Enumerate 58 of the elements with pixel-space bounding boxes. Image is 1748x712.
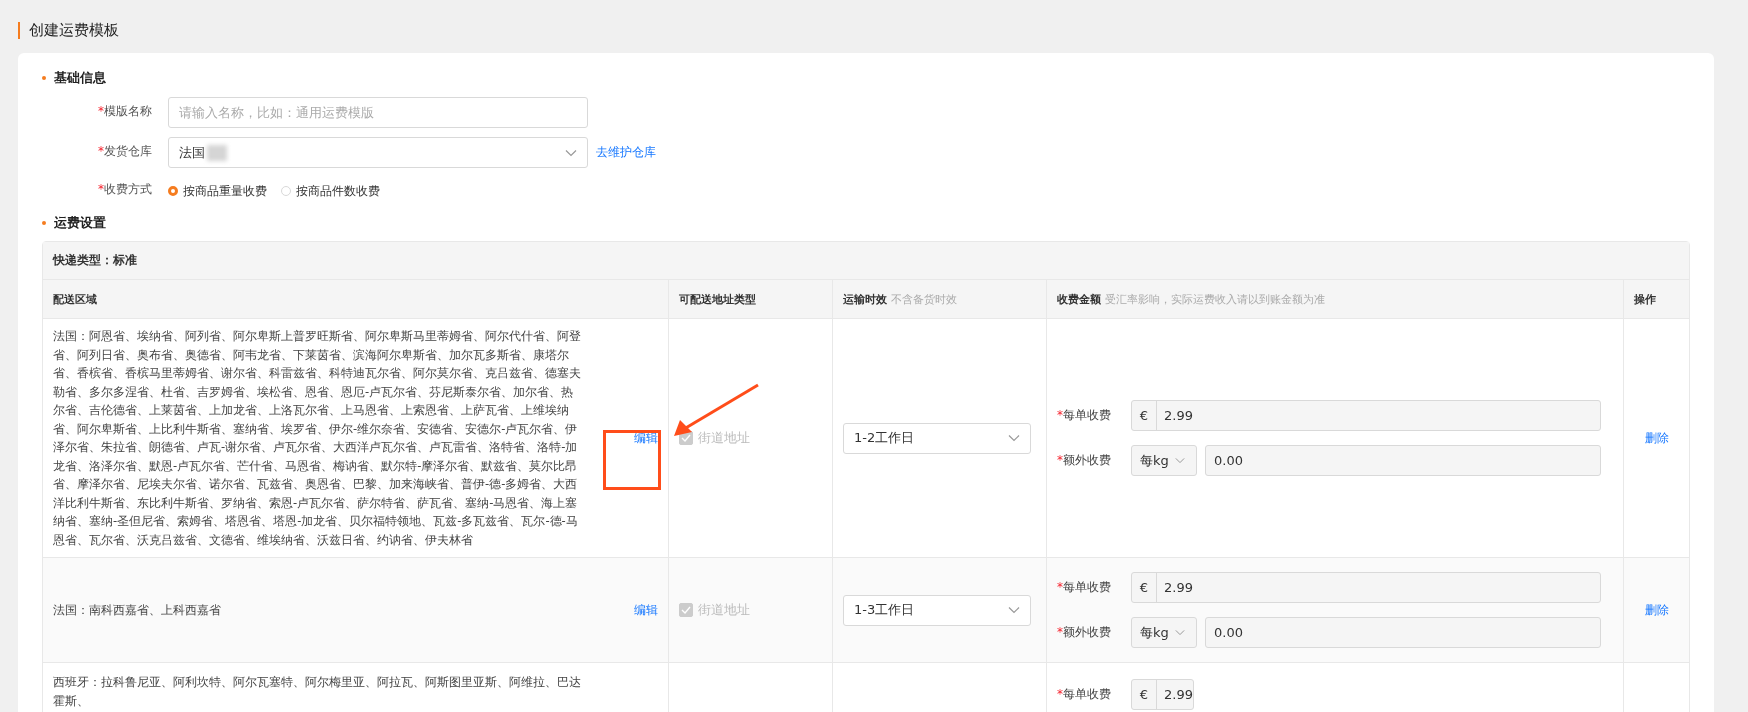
column-header: 操作 bbox=[1634, 291, 1656, 307]
per-order-fee-field[interactable]: € 2.99 bbox=[1131, 679, 1194, 710]
required-mark: * bbox=[98, 182, 104, 196]
chevron-down-icon bbox=[1008, 606, 1020, 614]
column-header: 收费金额 bbox=[1057, 291, 1101, 307]
title-accent-bar bbox=[18, 21, 20, 39]
express-type-label: 快递类型：标准 bbox=[43, 242, 1689, 280]
chevron-down-icon bbox=[1174, 629, 1185, 636]
column-header: 运输时效 bbox=[843, 291, 887, 307]
unit-select[interactable]: 每kg bbox=[1131, 445, 1197, 476]
column-note: 不含备货时效 bbox=[891, 291, 957, 307]
region-text: 西班牙：拉科鲁尼亚、阿利坎特、阿尔瓦塞特、阿尔梅里亚、阿拉瓦、阿斯图里亚斯、阿维拉、巴达霍斯、 bbox=[53, 674, 582, 710]
bullet-icon bbox=[42, 221, 46, 225]
chevron-down-icon bbox=[1174, 457, 1185, 464]
extra-fee-field[interactable]: 0.00 bbox=[1205, 445, 1601, 476]
column-header: 可配送地址类型 bbox=[679, 291, 756, 307]
column-header: 配送区域 bbox=[53, 291, 97, 307]
redaction-blur bbox=[207, 144, 227, 161]
delivery-time-select[interactable]: 1-2工作日 bbox=[843, 422, 1031, 454]
chevron-down-icon bbox=[1008, 434, 1020, 442]
required-mark: * bbox=[1057, 687, 1063, 701]
required-mark: * bbox=[1057, 408, 1063, 422]
section-heading: 基础信息 bbox=[54, 69, 106, 87]
column-note: 受汇率影响，实际运费收入请以到账金额为准 bbox=[1105, 291, 1325, 307]
radio-option[interactable]: 按商品重量收费 bbox=[168, 182, 267, 200]
required-mark: * bbox=[1057, 625, 1063, 639]
extra-fee-field[interactable]: 0.00 bbox=[1205, 617, 1601, 648]
bullet-icon bbox=[42, 76, 46, 80]
field-label: 模版名称 bbox=[104, 104, 152, 118]
field-label: 每单收费 bbox=[1063, 408, 1111, 422]
per-order-fee-field[interactable]: € 2.99 bbox=[1131, 400, 1601, 431]
required-mark: * bbox=[98, 144, 104, 158]
page-title: 创建运费模板 bbox=[29, 20, 119, 40]
region-text: 法国：南科西嘉省、上科西嘉省 bbox=[53, 601, 222, 619]
field-label: 每单收费 bbox=[1063, 580, 1111, 594]
field-label: 额外收费 bbox=[1063, 453, 1111, 467]
chevron-down-icon bbox=[565, 148, 577, 157]
unit-select[interactable]: 每kg bbox=[1131, 617, 1197, 648]
field-label: 收费方式 bbox=[104, 182, 152, 196]
warehouse-select[interactable]: 法国 bbox=[168, 137, 588, 168]
delivery-time-select[interactable]: 1-3工作日 bbox=[843, 594, 1031, 626]
per-order-fee-field[interactable]: € 2.99 bbox=[1131, 572, 1601, 603]
edit-link[interactable]: 编辑 bbox=[634, 429, 658, 447]
edit-link[interactable]: 编辑 bbox=[634, 601, 658, 619]
annotation-box bbox=[603, 430, 661, 490]
maintain-warehouse-link[interactable]: 去维护仓库 bbox=[596, 144, 656, 161]
delete-link[interactable]: 删除 bbox=[1644, 601, 1669, 619]
field-label: 每单收费 bbox=[1063, 687, 1111, 701]
region-text: 法国：阿恩省、埃纳省、阿列省、阿尔卑斯上普罗旺斯省、阿尔卑斯马里蒂姆省、阿尔代什省、阿登省、阿列日省、奥布省、奥德省、阿韦龙省、下莱茵省、滨海阿尔卑斯省、加尔瓦多斯省、康塔尔省、香槟省、香槟马里蒂姆省、谢尔省、科雷兹省、科特迪瓦尔省、阿尔莫尔省、克吕兹省、德塞夫勒省、多尔多涅省、杜省、吉罗姆省、埃松省、恩省、恩厄-卢瓦尔省、芬尼斯泰尔省、加尔省、热尔省、吉伦德省、上莱茵省、上加龙省、上洛瓦尔省、上马恩省、上索恩省、上萨瓦省、上维埃纳省、阿尔卑斯省、上比利牛斯省、塞纳省、埃罗省、伊尔-维尔奈省、安德省、安德尔-卢瓦尔省、伊泽尔省、朱拉省、朗德省、卢瓦-谢尔省、卢瓦尔省、大西洋卢瓦尔省、卢瓦雷省、洛特省、洛特-加龙省、洛泽尔省、默恩-卢瓦尔省、芒什省、马恩省、梅讷省、默尔特-摩泽尔省、默兹省、莫尔比昂省、摩泽尔省、尼埃夫尔省、诺尔省、瓦兹省、奥恩省、巴黎、加来海峡省、普伊-德-多姆省、大西洋比利牛斯省、东比利牛斯省、罗纳省、索恩-卢瓦尔省、萨尔特省、萨瓦省、塞纳-马恩省、海上塞纳省、塞纳-圣但尼省、索姆省、塔恩省、塔恩-加龙省、贝尔福特领地、瓦兹-多瓦兹省、瓦尔-德-马恩省、瓦尔省、沃克吕兹省、文德省、维埃纳省、沃兹日省、约讷省、伊夫林省 bbox=[53, 328, 582, 549]
field-label: 发货仓库 bbox=[104, 144, 152, 158]
template-name-field[interactable]: 请输入名称，比如：通用运费模版 bbox=[168, 97, 588, 128]
required-mark: * bbox=[98, 104, 104, 118]
radio-option[interactable]: 按商品件数收费 bbox=[281, 182, 380, 200]
required-mark: * bbox=[1057, 580, 1063, 594]
required-mark: * bbox=[1057, 453, 1063, 467]
section-heading: 运费设置 bbox=[54, 214, 106, 232]
field-label: 额外收费 bbox=[1063, 625, 1111, 639]
delete-link[interactable]: 删除 bbox=[1644, 429, 1669, 447]
